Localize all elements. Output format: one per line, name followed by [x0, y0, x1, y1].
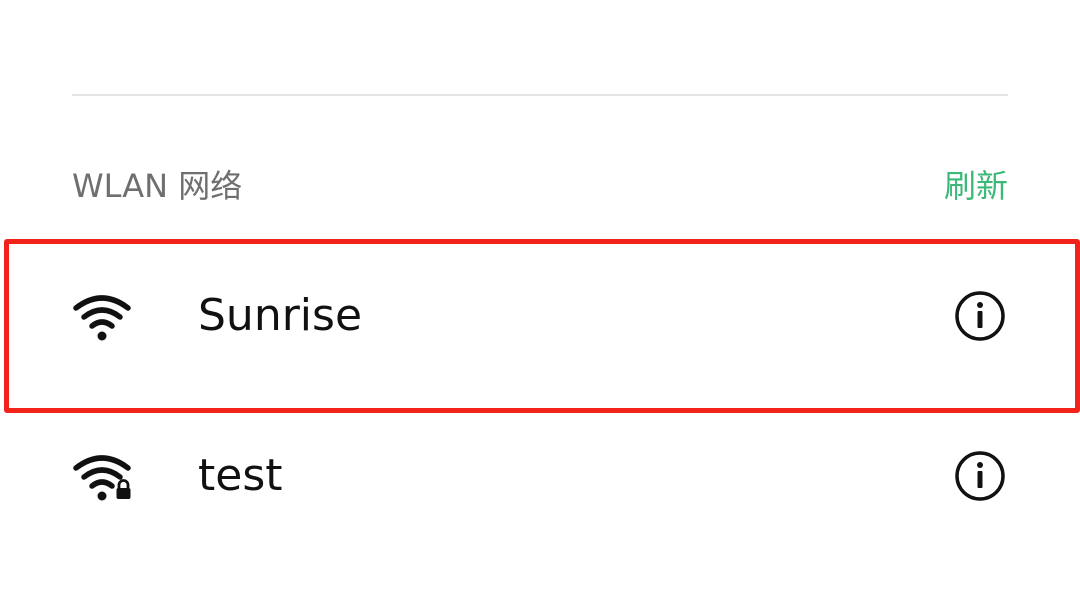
- info-icon[interactable]: [954, 290, 1006, 342]
- info-icon[interactable]: [954, 450, 1006, 502]
- wifi-lock-icon: [73, 455, 131, 501]
- refresh-button[interactable]: 刷新: [944, 166, 1008, 206]
- network-name: test: [198, 450, 283, 501]
- wlan-section-header: WLAN 网络 刷新: [72, 160, 1008, 212]
- network-row-test[interactable]: test: [0, 398, 1080, 558]
- section-title: WLAN 网络: [72, 167, 243, 205]
- wifi-full-icon: [73, 295, 131, 341]
- lock-icon: [116, 479, 131, 499]
- top-divider: [72, 94, 1008, 96]
- network-name: Sunrise: [198, 290, 363, 341]
- network-row-sunrise[interactable]: Sunrise: [0, 238, 1080, 398]
